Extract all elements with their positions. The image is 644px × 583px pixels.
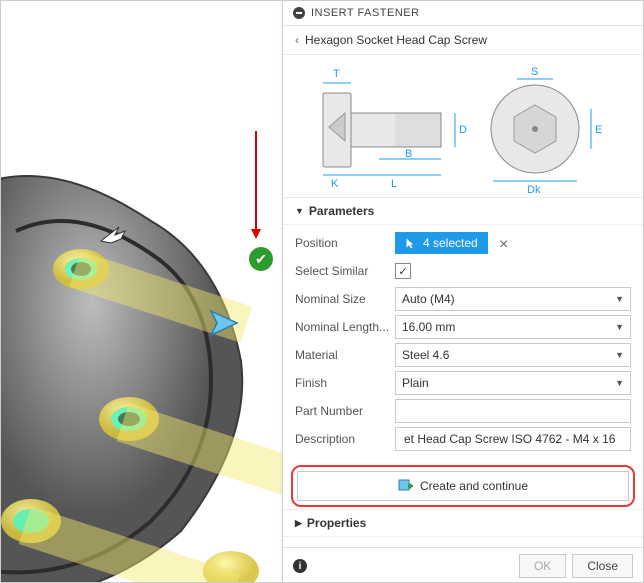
svg-text:B: B <box>405 148 412 160</box>
ok-button[interactable]: OK <box>519 554 566 578</box>
svg-text:E: E <box>595 124 602 136</box>
fastener-type-label: Hexagon Socket Head Cap Screw <box>305 33 487 47</box>
chevron-left-icon: ‹ <box>295 33 299 47</box>
nominal-length-select[interactable]: 16.00 mm▼ <box>395 315 631 339</box>
fastener-type-breadcrumb[interactable]: ‹ Hexagon Socket Head Cap Screw <box>283 26 643 55</box>
part-number-label: Part Number <box>295 404 395 418</box>
material-select[interactable]: Steel 4.6▼ <box>395 343 631 367</box>
svg-text:D: D <box>459 124 467 136</box>
chevron-down-icon: ▼ <box>615 378 624 388</box>
nominal-length-label: Nominal Length... <box>295 320 395 334</box>
triangle-down-icon: ▼ <box>295 206 304 216</box>
material-label: Material <box>295 348 395 362</box>
annotation-arrow <box>255 131 257 231</box>
svg-text:K: K <box>331 178 339 190</box>
confirm-check-icon[interactable]: ✔ <box>249 247 273 271</box>
parameters-section: Position 4 selected × Select Similar ✓ N… <box>283 225 643 459</box>
svg-text:S: S <box>531 66 538 78</box>
create-continue-highlight: Create and continue <box>291 465 635 507</box>
nominal-size-label: Nominal Size <box>295 292 395 306</box>
description-input[interactable] <box>395 427 631 451</box>
chevron-down-icon: ▼ <box>615 294 624 304</box>
part-preview <box>1 1 283 583</box>
minimize-icon[interactable] <box>293 7 305 19</box>
position-label: Position <box>295 236 395 250</box>
3d-viewport[interactable]: ✔ <box>1 1 283 583</box>
finish-select[interactable]: Plain▼ <box>395 371 631 395</box>
parameters-section-header[interactable]: ▼Parameters <box>283 198 643 225</box>
svg-text:T: T <box>333 68 340 80</box>
triangle-right-icon: ▶ <box>295 518 302 529</box>
svg-text:L: L <box>391 178 397 190</box>
properties-section-header[interactable]: ▶Properties <box>283 509 643 537</box>
panel-title: INSERT FASTENER <box>311 7 420 19</box>
close-button[interactable]: Close <box>572 554 633 578</box>
chevron-down-icon: ▼ <box>615 350 624 360</box>
finish-label: Finish <box>295 376 395 390</box>
create-and-continue-button[interactable]: Create and continue <box>297 471 629 501</box>
fastener-diagram: T D L B K S E Dk <box>283 55 643 198</box>
select-similar-label: Select Similar <box>295 264 395 278</box>
part-number-input[interactable] <box>395 399 631 423</box>
description-label: Description <box>295 432 395 446</box>
panel-header: INSERT FASTENER <box>283 1 643 26</box>
select-similar-checkbox[interactable]: ✓ <box>395 263 411 279</box>
svg-text:Dk: Dk <box>527 184 541 193</box>
cursor-icon <box>405 237 417 249</box>
chevron-down-icon: ▼ <box>615 322 624 332</box>
panel-footer: i OK Close <box>283 547 643 583</box>
insert-fastener-panel: INSERT FASTENER ‹ Hexagon Socket Head Cap… <box>282 1 643 583</box>
position-selection-chip[interactable]: 4 selected <box>395 232 488 254</box>
create-icon <box>398 478 414 494</box>
nominal-size-select[interactable]: Auto (M4)▼ <box>395 287 631 311</box>
clear-selection-icon[interactable]: × <box>499 236 508 253</box>
info-icon[interactable]: i <box>293 559 307 573</box>
